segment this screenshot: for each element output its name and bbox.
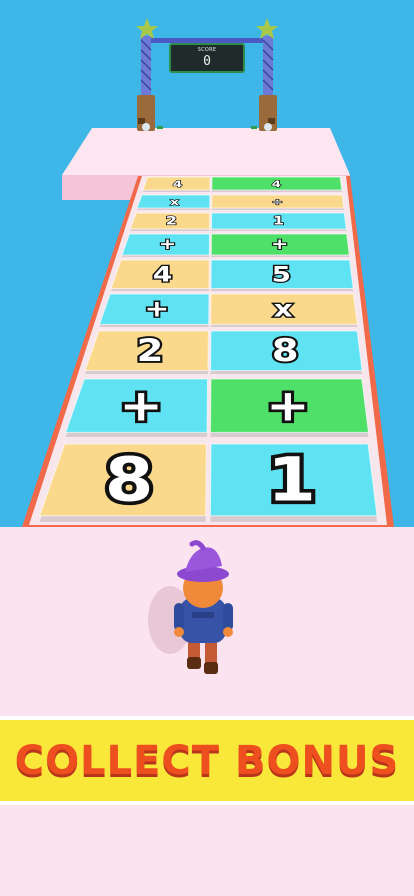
tile-label-7-left: 2 bbox=[137, 332, 164, 369]
tile-label-5-right: 5 bbox=[272, 262, 291, 287]
tile-label-1-right: 4 bbox=[272, 178, 281, 189]
tile-label-3-right: 1 bbox=[273, 215, 284, 228]
tile-label-9-right: 1 bbox=[267, 445, 316, 516]
tile-label-2-left: x bbox=[170, 196, 179, 207]
scoreboard-value: 0 bbox=[203, 54, 211, 69]
tile-label-8-right: + bbox=[266, 380, 310, 431]
tile-label-1-left: 4 bbox=[173, 178, 182, 189]
collect-bonus-banner: COLLECT BONUS bbox=[0, 716, 414, 805]
tile-label-9-left: 8 bbox=[105, 445, 154, 516]
banner-text: COLLECT BONUS bbox=[14, 737, 400, 784]
tile-label-6-right: x bbox=[274, 296, 293, 323]
tile-label-8-left: + bbox=[119, 380, 163, 431]
start-platform-lower bbox=[0, 805, 414, 896]
tile-label-4-left: + bbox=[159, 236, 176, 254]
tile-label-4-right: + bbox=[271, 236, 288, 254]
tile-label-2-right: ÷ bbox=[272, 196, 283, 207]
tile-label-3-left: 2 bbox=[166, 215, 177, 228]
scoreboard: SCORE 0 bbox=[169, 43, 245, 73]
tile-label-7-right: 8 bbox=[272, 332, 299, 369]
tile-label-6-left: + bbox=[144, 296, 169, 323]
tile-label-5-left: 4 bbox=[153, 262, 172, 287]
